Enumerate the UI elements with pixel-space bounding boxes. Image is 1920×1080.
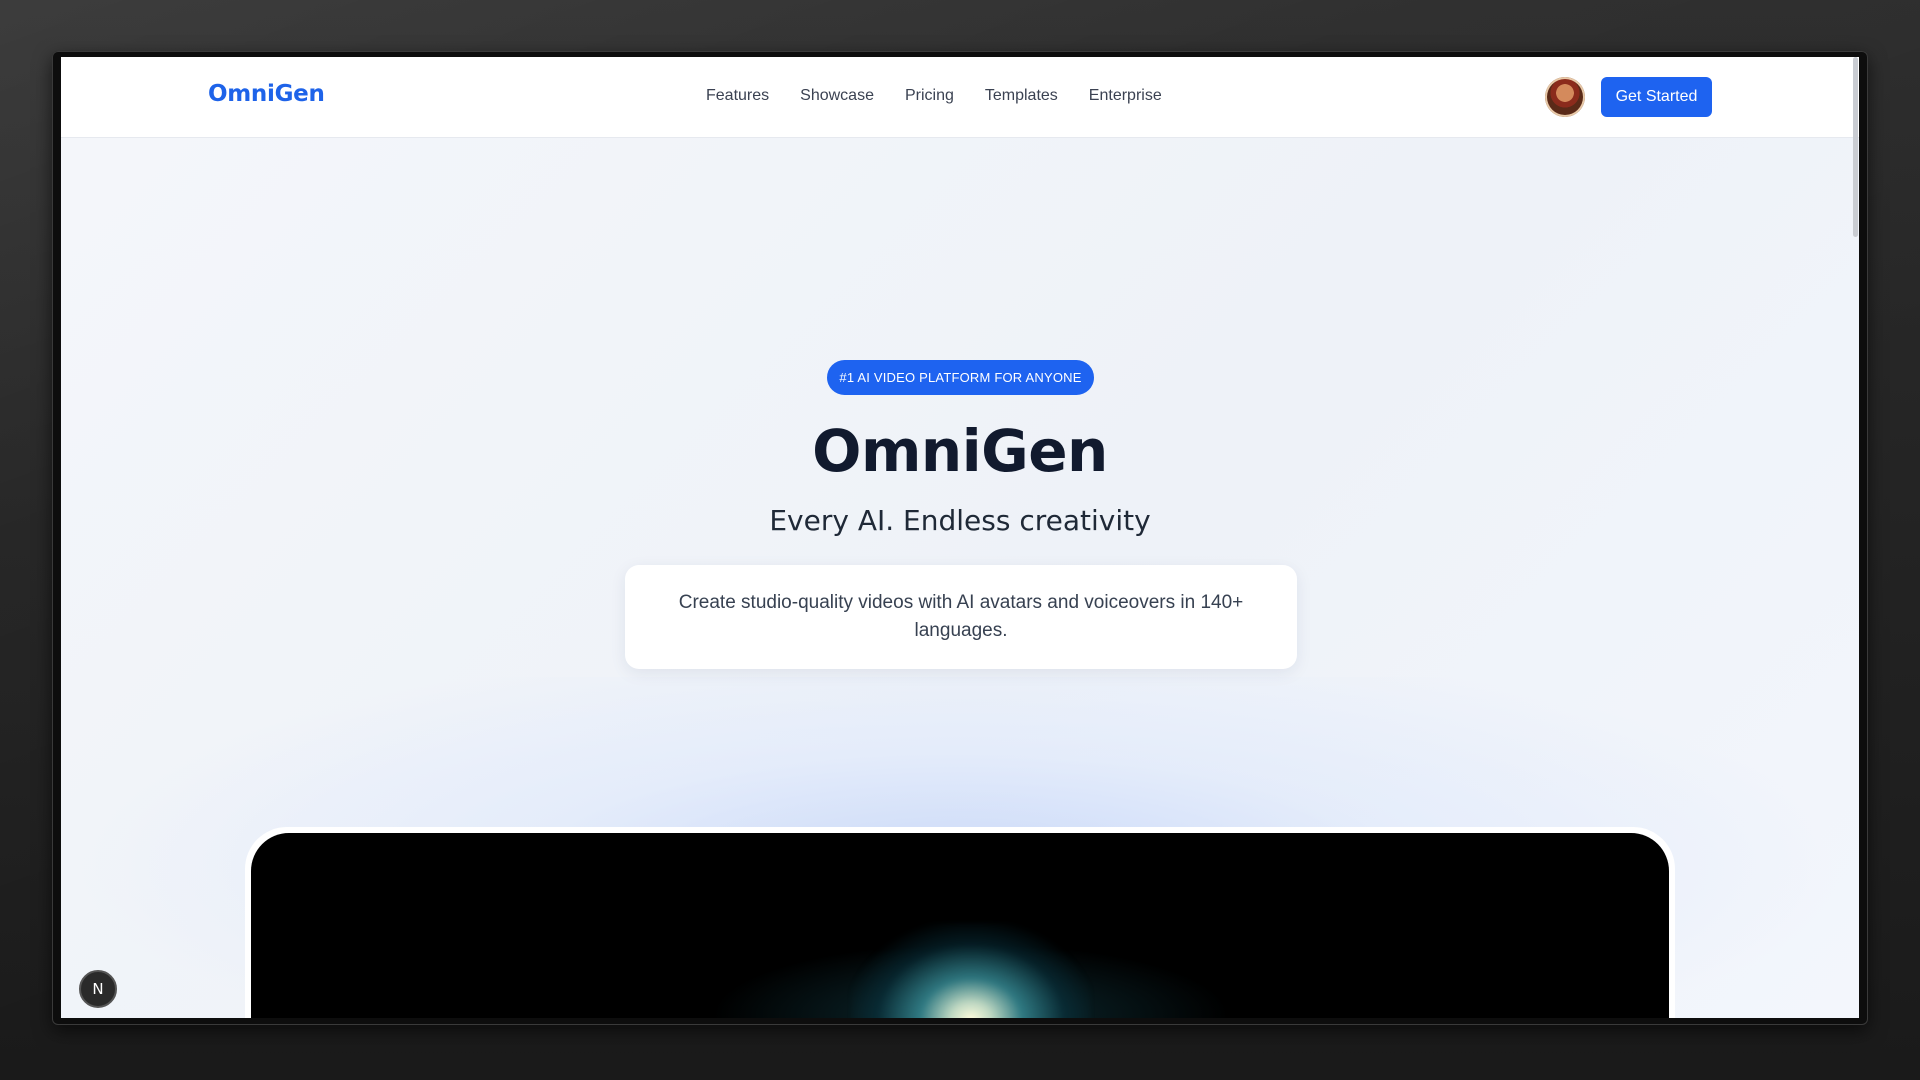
video-preview[interactable]: [251, 833, 1669, 1018]
brand-logo[interactable]: OmniGen: [208, 81, 325, 107]
scrollbar-thumb[interactable]: [1853, 57, 1858, 237]
hero-badge: #1 AI VIDEO PLATFORM FOR ANYONE: [827, 360, 1094, 395]
video-preview-frame: [245, 827, 1675, 1018]
user-avatar[interactable]: [1545, 77, 1585, 117]
hero-title: OmniGen: [812, 417, 1108, 485]
nav-link-features[interactable]: Features: [706, 87, 769, 105]
main-nav: Features Showcase Pricing Templates Ente…: [706, 87, 1193, 105]
top-navbar: OmniGen Features Showcase Pricing Templa…: [61, 57, 1859, 138]
nav-link-pricing[interactable]: Pricing: [905, 87, 954, 105]
nav-link-templates[interactable]: Templates: [985, 87, 1058, 105]
nav-link-enterprise[interactable]: Enterprise: [1089, 87, 1162, 105]
hero-subtitle: Every AI. Endless creativity: [769, 504, 1151, 537]
video-light-burst: [851, 923, 1091, 1018]
description-card: Create studio-quality videos with AI ava…: [625, 565, 1297, 669]
hero-description: Create studio-quality videos with AI ava…: [678, 592, 1244, 641]
browser-viewport: OmniGen Features Showcase Pricing Templa…: [61, 57, 1859, 1018]
nav-link-showcase[interactable]: Showcase: [800, 87, 874, 105]
get-started-button[interactable]: Get Started: [1601, 77, 1712, 117]
dev-tools-icon[interactable]: N: [79, 970, 117, 1008]
